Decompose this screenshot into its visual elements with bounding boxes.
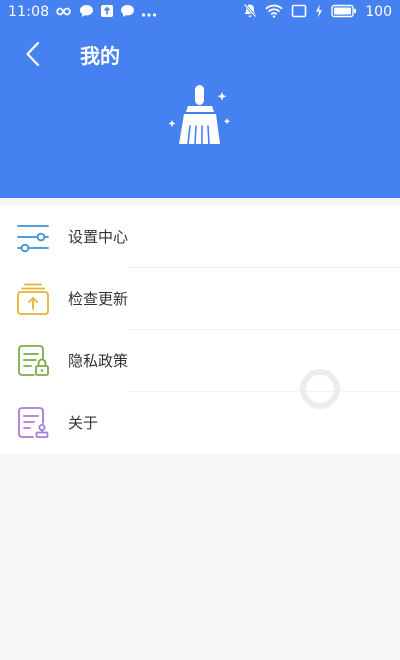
- more-dots-icon: [141, 3, 157, 22]
- infinity-icon: [56, 3, 73, 22]
- back-button[interactable]: [20, 41, 46, 71]
- wifi-icon: [265, 3, 283, 22]
- menu-item-label: 设置中心: [68, 228, 129, 246]
- chat-bubble-icon: [120, 3, 135, 22]
- chat-bubble-icon: [79, 3, 94, 22]
- menu-item-label: 关于: [68, 414, 99, 432]
- menu-item-about[interactable]: 关于: [0, 392, 400, 454]
- charging-icon: [315, 3, 323, 22]
- update-box-icon: [16, 282, 50, 316]
- battery-level: 100: [365, 4, 392, 20]
- menu-item-label: 检查更新: [68, 290, 129, 308]
- status-notification-icons: [56, 4, 157, 21]
- menu-item-label: 隐私政策: [68, 352, 129, 370]
- chevron-left-icon: [25, 41, 41, 71]
- settings-menu: 设置中心 检查更新 隐私政策 关于: [0, 206, 400, 454]
- menu-item-privacy-policy[interactable]: 隐私政策: [0, 330, 400, 392]
- document-stamp-icon: [16, 406, 50, 440]
- status-time: 11:08: [8, 4, 50, 20]
- status-system-icons: 100: [243, 3, 392, 22]
- broom-icon: [162, 84, 238, 150]
- menu-item-settings-center[interactable]: 设置中心: [0, 206, 400, 268]
- header: 11:08 100 我的: [0, 0, 400, 198]
- battery-icon: [331, 3, 357, 22]
- sliders-icon: [16, 220, 50, 254]
- mute-icon: [243, 3, 257, 22]
- upload-box-icon: [100, 3, 114, 22]
- screen-cast-icon: [291, 3, 307, 22]
- loading-spinner: [300, 369, 340, 409]
- document-lock-icon: [16, 344, 50, 378]
- status-bar: 11:08 100: [0, 0, 400, 26]
- menu-item-check-update[interactable]: 检查更新: [0, 268, 400, 330]
- page-title: 我的: [80, 44, 120, 68]
